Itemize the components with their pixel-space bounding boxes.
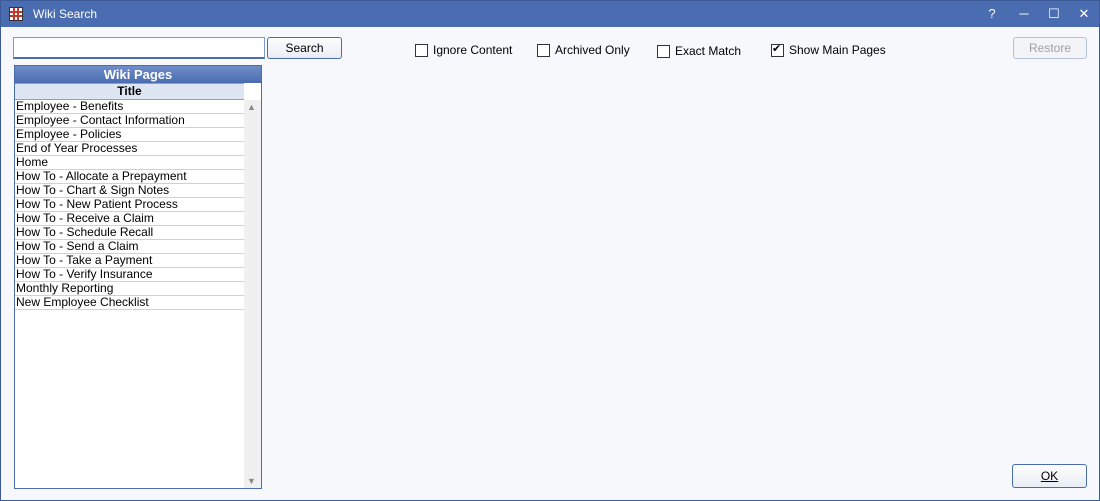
table-row[interactable]: Employee - Contact Information — [15, 114, 244, 128]
app-grid-icon — [9, 7, 23, 21]
restore-button[interactable]: Restore — [1013, 37, 1087, 59]
table-row[interactable]: How To - Chart & Sign Notes — [15, 184, 244, 198]
table-row[interactable]: How To - Send a Claim — [15, 240, 244, 254]
title-bar: Wiki Search ? ─ ☐ ✕ — [1, 1, 1099, 27]
close-button[interactable]: ✕ — [1069, 1, 1099, 27]
archived-only-checkbox[interactable]: Archived Only — [537, 42, 630, 58]
checkmark-icon: ✔ — [772, 42, 782, 55]
maximize-button[interactable]: ☐ — [1039, 1, 1069, 27]
table-row[interactable]: Monthly Reporting — [15, 282, 244, 296]
scroll-up-icon[interactable]: ▲ — [247, 102, 256, 112]
exact-match-label: Exact Match — [675, 44, 742, 58]
ignore-content-checkbox[interactable]: Ignore Content — [415, 42, 512, 58]
show-main-pages-label: Show Main Pages — [789, 43, 886, 57]
table-row[interactable]: Home — [15, 156, 244, 170]
column-header-title[interactable]: Title — [15, 83, 244, 100]
scroll-down-icon[interactable]: ▼ — [247, 476, 256, 486]
archived-only-label: Archived Only — [555, 43, 630, 57]
table-row[interactable]: Employee - Benefits — [15, 100, 244, 114]
show-main-pages-checkbox[interactable]: ✔ Show Main Pages — [771, 42, 886, 58]
checkbox-box[interactable] — [537, 43, 550, 57]
ignore-content-label: Ignore Content — [433, 43, 513, 57]
grid-rows: Employee - Benefits Employee - Contact In… — [15, 100, 244, 310]
checkbox-box[interactable] — [415, 43, 428, 57]
checkbox-box[interactable]: ✔ — [771, 42, 784, 57]
window-title: Wiki Search — [33, 7, 98, 21]
minimize-button[interactable]: ─ — [1009, 1, 1039, 27]
table-row[interactable]: How To - Schedule Recall — [15, 226, 244, 240]
vertical-scrollbar[interactable]: ▲ ▼ — [244, 100, 261, 488]
table-row[interactable]: How To - Allocate a Prepayment — [15, 170, 244, 184]
wiki-pages-grid: Wiki Pages Title Employee - Benefits Empl… — [14, 65, 262, 489]
table-row[interactable]: New Employee Checklist — [15, 296, 244, 310]
table-row[interactable]: How To - New Patient Process — [15, 198, 244, 212]
table-row[interactable]: End of Year Processes — [15, 142, 244, 156]
wiki-search-window: Wiki Search ? ─ ☐ ✕ Search Ignore Conten… — [0, 0, 1100, 501]
search-button[interactable]: Search — [267, 37, 342, 59]
main-content: Search Ignore Content Archived Only Exac… — [1, 27, 1099, 500]
search-input[interactable] — [13, 37, 265, 59]
help-button[interactable]: ? — [977, 1, 1007, 27]
ok-button[interactable]: OK — [1012, 464, 1087, 488]
table-row[interactable]: How To - Take a Payment — [15, 254, 244, 268]
exact-match-checkbox[interactable]: Exact Match — [657, 43, 741, 59]
grid-title: Wiki Pages — [15, 66, 261, 83]
table-row[interactable]: Employee - Policies — [15, 128, 244, 142]
checkbox-box[interactable] — [657, 44, 670, 58]
table-row[interactable]: How To - Receive a Claim — [15, 212, 244, 226]
table-row[interactable]: How To - Verify Insurance — [15, 268, 244, 282]
